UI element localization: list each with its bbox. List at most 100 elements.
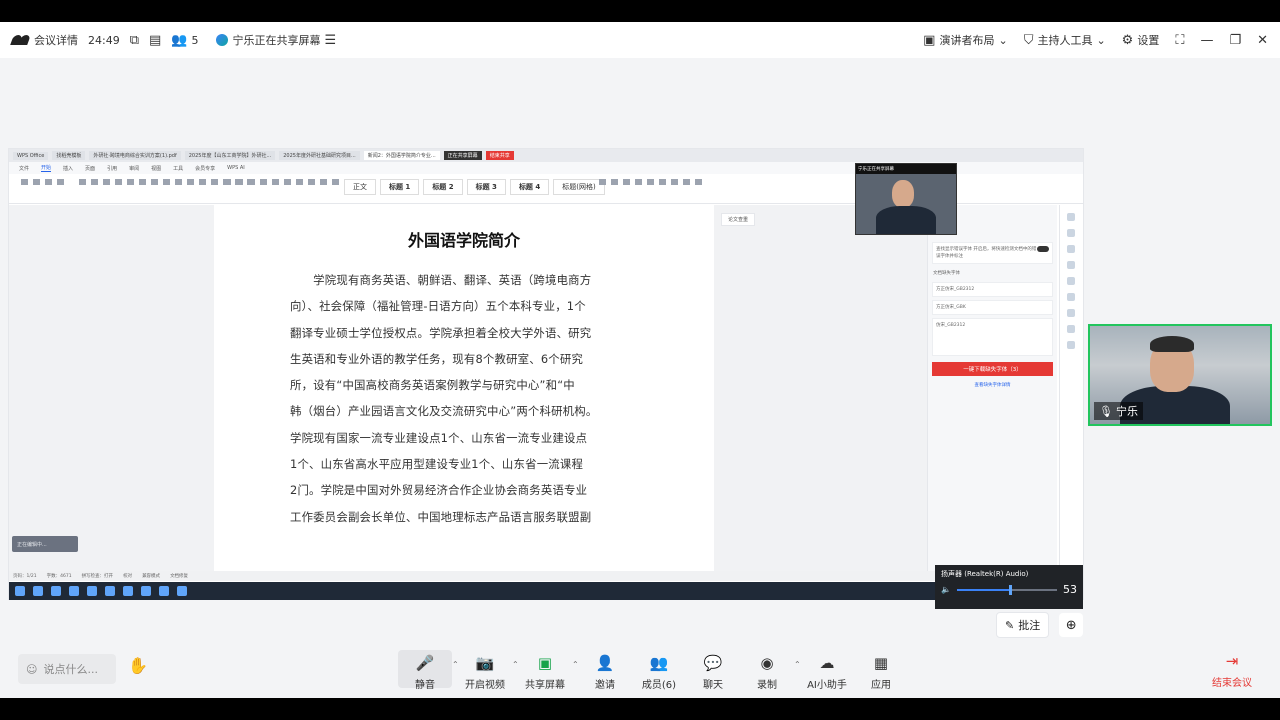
meeting-details-button[interactable]: 会议详情	[12, 32, 78, 48]
volume-fill	[956, 588, 1010, 591]
sharing-badge: 正在共享屏幕	[443, 151, 482, 160]
stop-share-button[interactable]: 结束共享	[485, 151, 514, 160]
microphone-icon: 🎤	[415, 654, 435, 672]
popout-icon[interactable]: ⧉	[130, 34, 139, 47]
menu-insert[interactable]: 插入	[63, 165, 73, 172]
missing-font-item[interactable]: 方正仿宋_GB2312	[932, 282, 1053, 297]
style-heading-2[interactable]: 标题 2	[423, 179, 463, 195]
end-meeting-button[interactable]: ⇥ 结束会议	[1212, 652, 1252, 689]
annotate-button[interactable]: ✎ 批注	[996, 612, 1050, 638]
participant-video-tile[interactable]: 🎙 宁乐	[1088, 324, 1272, 426]
start-icon[interactable]	[15, 586, 25, 596]
tool-icon[interactable]	[1066, 245, 1075, 253]
close-icon[interactable]: ✕	[1257, 34, 1268, 47]
tool-icon[interactable]	[1066, 229, 1075, 237]
wps-tab-active[interactable]: 新闻2：外国语学院简介专业...	[363, 151, 440, 160]
chat-button[interactable]: 💬 聊天	[686, 650, 740, 691]
tool-icon[interactable]	[1066, 213, 1075, 221]
taskbar-app-icon[interactable]	[51, 586, 61, 596]
share-screen-button[interactable]: ▣ 共享屏幕	[518, 650, 572, 691]
menu-file[interactable]: 文件	[19, 165, 29, 172]
font-check-toggle[interactable]	[1037, 246, 1049, 252]
plagiarism-check-button[interactable]: 论文查重	[721, 213, 756, 226]
style-grid[interactable]: 标题(网格)	[553, 179, 605, 195]
meeting-controls: 🎤 静音 ⌃ 📷 开启视频 ⌃ ▣ 共享屏幕 ⌃ 👤 邀请 👥 成员(6) 💬 …	[398, 650, 908, 691]
tool-icon[interactable]	[1066, 261, 1075, 269]
doc-line: 生英语和专业外语的教学任务，现有8个教研室、6个研究	[290, 351, 584, 366]
wps-tab[interactable]: 外研社·跨境电商综合实训方案(1).pdf	[89, 151, 181, 160]
taskbar-app-icon[interactable]	[105, 586, 115, 596]
volume-slider[interactable]	[956, 584, 1057, 595]
editing-tools[interactable]	[599, 179, 702, 197]
add-user-icon: 👤	[595, 654, 615, 672]
minimize-icon[interactable]: —	[1200, 34, 1213, 47]
taskbar-app-icon[interactable]	[123, 586, 133, 596]
menu-view[interactable]: 视图	[151, 165, 161, 172]
tool-icon[interactable]	[1066, 309, 1075, 317]
font-check-card: 查找显示错误字体 开启后，将快速检测文档中的错误字体并标注	[932, 242, 1053, 264]
speaker-icon[interactable]: 🔈	[941, 585, 951, 594]
wps-tab[interactable]: 2025年度外研社基础研究项目...	[279, 151, 360, 160]
chevron-down-icon: ⌄	[1096, 33, 1106, 47]
members-button[interactable]: 👥 成员(6)	[632, 650, 686, 691]
taskbar-app-icon[interactable]	[87, 586, 97, 596]
fullscreen-icon[interactable]: ⛶	[1175, 34, 1184, 47]
menu-lines-icon: ☰	[324, 32, 337, 48]
mini-video-header: 宁乐正在共享屏幕	[856, 164, 956, 174]
settings-button[interactable]: ⚙ 设置	[1122, 32, 1160, 48]
members-icon: 👥	[649, 654, 669, 672]
tool-icon[interactable]	[1066, 341, 1075, 349]
mute-button[interactable]: 🎤 静音	[398, 650, 452, 691]
menu-page[interactable]: 页面	[85, 165, 95, 172]
style-normal[interactable]: 正文	[344, 179, 376, 195]
style-heading-4[interactable]: 标题 4	[509, 179, 550, 195]
layout-icon: ▣	[923, 32, 936, 48]
menu-member[interactable]: 会员专享	[195, 165, 215, 172]
menu-reference[interactable]: 引用	[107, 165, 117, 172]
missing-font-item[interactable]: 仿宋_GB2312	[932, 318, 1053, 356]
presenter-mini-video[interactable]: 宁乐正在共享屏幕	[855, 163, 957, 235]
clipboard-tools[interactable]	[21, 179, 64, 197]
speaker-layout-button[interactable]: ▣ 演讲者布局 ⌄	[923, 32, 1008, 48]
menu-tools[interactable]: 工具	[173, 165, 183, 172]
search-icon[interactable]	[33, 586, 43, 596]
apps-button[interactable]: ▦ 应用	[854, 650, 908, 691]
style-heading-1[interactable]: 标题 1	[380, 179, 420, 195]
host-tools-button[interactable]: ⛉ 主持人工具 ⌄	[1024, 32, 1106, 48]
ai-assistant-button[interactable]: ☁ AI小助手	[800, 650, 854, 691]
taskbar-app-icon[interactable]	[159, 586, 169, 596]
volume-knob[interactable]	[1008, 584, 1012, 595]
style-gallery: 正文 标题 1 标题 2 标题 3 标题 4 标题(网格)	[344, 179, 605, 195]
document-page[interactable]: 外国语学院简介 学院现有商务英语、朝鲜语、翻译、英语（跨境电商方 向）、社会保障…	[214, 205, 714, 571]
record-button[interactable]: ◉ 录制	[740, 650, 794, 691]
wps-tab[interactable]: WPS Office	[13, 151, 49, 160]
tool-icon[interactable]	[1066, 293, 1075, 301]
tool-icon[interactable]	[1066, 325, 1075, 333]
style-heading-3[interactable]: 标题 3	[466, 179, 506, 195]
raise-hand-icon[interactable]: ✋	[128, 656, 148, 675]
zoom-in-button[interactable]: ⊕	[1059, 613, 1084, 637]
restore-icon[interactable]: ❐	[1229, 34, 1241, 47]
wps-tab[interactable]: 2025年度【山东工商学院】外研社...	[184, 151, 276, 160]
taskbar-app-icon[interactable]	[177, 586, 187, 596]
quick-chat-input[interactable]: ☺ 说点什么...	[18, 654, 116, 684]
participant-hair	[1150, 336, 1194, 352]
wps-tab[interactable]: 找稻壳模板	[52, 151, 86, 160]
sharing-indicator[interactable]: 宁乐正在共享屏幕 ☰	[216, 32, 336, 48]
tool-icon[interactable]	[1066, 277, 1075, 285]
missing-font-item[interactable]: 方正仿宋_GBK	[932, 300, 1053, 315]
taskbar-app-icon[interactable]	[69, 586, 79, 596]
document-icon[interactable]: ▤	[149, 34, 161, 47]
paragraph-tools[interactable]	[224, 179, 363, 197]
video-button[interactable]: 📷 开启视频	[458, 650, 512, 691]
download-fonts-button[interactable]: 一键下载缺失字体（3）	[932, 362, 1053, 376]
taskbar-app-icon[interactable]	[141, 586, 151, 596]
menu-wps-ai[interactable]: WPS AI	[227, 165, 245, 171]
invite-button[interactable]: 👤 邀请	[578, 650, 632, 691]
share-status-icon	[216, 34, 229, 46]
menu-home[interactable]: 开始	[41, 164, 52, 172]
microphone-icon: 🎙	[1099, 404, 1113, 418]
participant-count[interactable]: 👥 5	[171, 34, 198, 47]
menu-review[interactable]: 审阅	[129, 165, 139, 172]
missing-font-details-link[interactable]: 查看缺失字体详情	[928, 382, 1057, 388]
